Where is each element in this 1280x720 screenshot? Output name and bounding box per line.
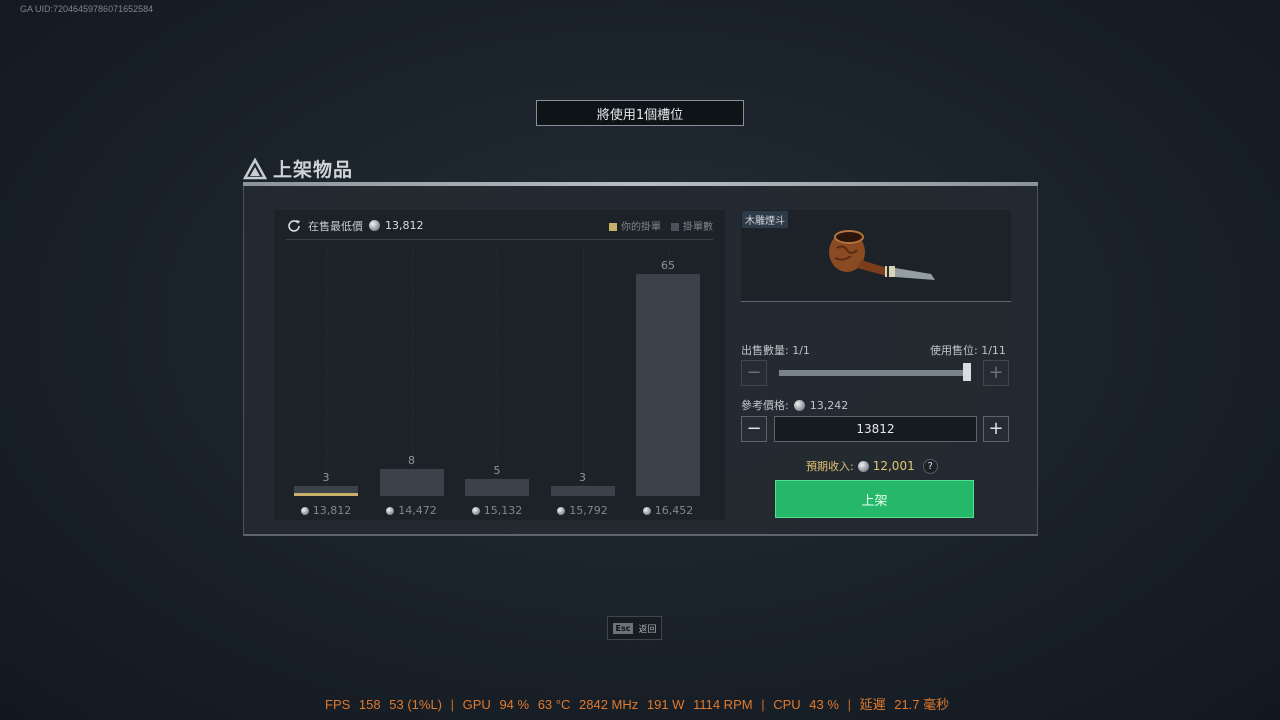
quantity-minus-button[interactable]: − — [741, 360, 767, 386]
osd-gpu-power: 191 W — [646, 697, 685, 712]
esc-key-icon: Esc — [612, 622, 634, 634]
price-input[interactable]: 13812 — [774, 416, 977, 442]
osd-gpu-label: GPU — [462, 697, 491, 712]
coin-icon — [386, 506, 395, 515]
osd-separator: | — [450, 697, 455, 712]
quantity-slider-track[interactable] — [779, 370, 969, 376]
item-preview: 木雕煙斗 — [741, 210, 1011, 302]
price-minus-button[interactable]: − — [741, 416, 767, 442]
bar-price-text: 16,452 — [654, 504, 694, 517]
bar-column: 65 16,452 — [628, 248, 708, 520]
listing-triangle-icon — [243, 157, 267, 179]
osd-gpu-fan: 1114 RPM — [693, 697, 753, 712]
price-distribution-chart: 在售最低價 13,812 你的掛單 掛單數 3 13,812 8 14,472 5 15,… — [274, 210, 725, 520]
osd-gpu-temp: 63 °C — [537, 697, 571, 712]
osd-cpu-label: CPU — [773, 697, 801, 712]
legend-all-label: 掛單數 — [683, 222, 713, 233]
bar-count-label: 8 — [408, 453, 415, 467]
listing-panel: 在售最低價 13,812 你的掛單 掛單數 3 13,812 8 14,472 5 15,… — [243, 186, 1038, 536]
bar-price-label: 14,472 — [372, 504, 452, 517]
chart-legend: 你的掛單 掛單數 — [609, 218, 713, 233]
help-icon[interactable]: ? — [922, 458, 938, 474]
coin-icon — [300, 506, 309, 515]
osd-latency-label: 延遲 — [859, 697, 886, 712]
my-listing-marker — [294, 492, 358, 496]
slot-usage-banner: 將使用1個槽位 — [536, 100, 744, 126]
bar — [379, 468, 444, 496]
osd-latency: 21.7 毫秒 — [894, 697, 950, 712]
bar-price-text: 14,472 — [398, 504, 437, 517]
bar-count-label: 5 — [493, 463, 501, 477]
bar — [550, 485, 615, 496]
osd-gpu-clock: 2842 MHz — [579, 697, 639, 712]
item-name: 木雕煙斗 — [742, 211, 788, 228]
bar-price-label: 15,132 — [457, 504, 537, 517]
sell-quantity-label: 出售數量: 1/1 — [741, 344, 810, 357]
coin-icon — [369, 220, 380, 231]
bar-column: 5 15,132 — [457, 248, 537, 520]
coin-icon — [857, 460, 869, 472]
quantity-plus-button[interactable]: + — [983, 360, 1009, 386]
reference-price-value: 13,242 — [809, 398, 849, 412]
list-item-button[interactable]: 上架 — [775, 480, 974, 518]
expected-income-value: 12,001 — [872, 459, 915, 473]
osd-fps-low: 53 (1%L) — [389, 697, 442, 712]
bar-column: 3 13,812 — [286, 248, 366, 520]
performance-overlay: FPS 158 53 (1%L) | GPU 94 % 63 °C 2842 M… — [325, 694, 954, 713]
back-button[interactable]: Esc 返回 — [607, 616, 662, 640]
legend-mine-swatch — [609, 223, 617, 231]
bar-price-text: 15,132 — [483, 504, 523, 517]
coin-icon — [642, 506, 651, 515]
lowest-price-label: 在售最低價 — [308, 219, 363, 233]
bar-count-label: 65 — [661, 259, 675, 272]
coin-icon — [557, 506, 566, 515]
chart-bars-area: 3 13,812 8 14,472 5 15,132 3 15,792 65 16,452 — [274, 248, 725, 520]
bar-column: 8 14,472 — [372, 248, 452, 520]
page-title: 上架物品 — [273, 159, 354, 181]
lowest-price-value: 13,812 — [385, 219, 424, 232]
bar-price-label: 15,792 — [543, 504, 623, 517]
bar-price-text: 13,812 — [312, 504, 352, 517]
expected-income-row: 預期收入: 12,001 ? — [806, 458, 938, 474]
quantity-slider-thumb[interactable] — [963, 363, 971, 381]
reference-price-label: 參考價格: — [741, 399, 789, 412]
bar — [465, 478, 529, 496]
price-plus-button[interactable]: + — [983, 416, 1009, 442]
bar-count-label: 3 — [579, 470, 586, 484]
osd-separator: | — [847, 697, 851, 712]
osd-fps: 158 — [358, 697, 381, 712]
back-label: 返回 — [638, 624, 657, 635]
reference-price-row: 參考價格: 13,242 — [741, 397, 848, 413]
legend-mine-label: 你的掛單 — [621, 222, 661, 233]
bar-column: 3 15,792 — [543, 248, 623, 520]
osd-fps-label: FPS — [325, 697, 351, 712]
uid-text: GA UID:72046459786071652584 — [20, 4, 154, 14]
bar-price-label: 16,452 — [628, 504, 708, 517]
bar-price-label: 13,812 — [286, 504, 366, 517]
bar-count-label: 3 — [322, 470, 330, 484]
bar — [636, 274, 700, 496]
coin-icon — [793, 399, 805, 411]
slots-used-label: 使用售位: 1/11 — [930, 344, 1006, 357]
chart-header: 在售最低價 13,812 你的掛單 掛單數 — [286, 218, 713, 240]
refresh-icon[interactable] — [286, 218, 302, 234]
legend-all: 掛單數 — [671, 218, 713, 233]
bar-price-text: 15,792 — [569, 504, 608, 517]
osd-cpu-load: 43 % — [809, 697, 839, 712]
bar-guide — [326, 248, 327, 496]
expected-income-label: 預期收入: — [806, 460, 854, 473]
osd-gpu-load: 94 % — [499, 697, 530, 712]
osd-separator: | — [761, 697, 765, 712]
legend-all-swatch — [671, 223, 679, 231]
legend-mine: 你的掛單 — [609, 218, 661, 233]
coin-icon — [471, 506, 480, 515]
bar-guide — [497, 248, 498, 496]
wooden-pipe-image — [829, 230, 935, 280]
bar-guide — [582, 248, 584, 496]
page-title-group: 上架物品 — [243, 155, 353, 182]
